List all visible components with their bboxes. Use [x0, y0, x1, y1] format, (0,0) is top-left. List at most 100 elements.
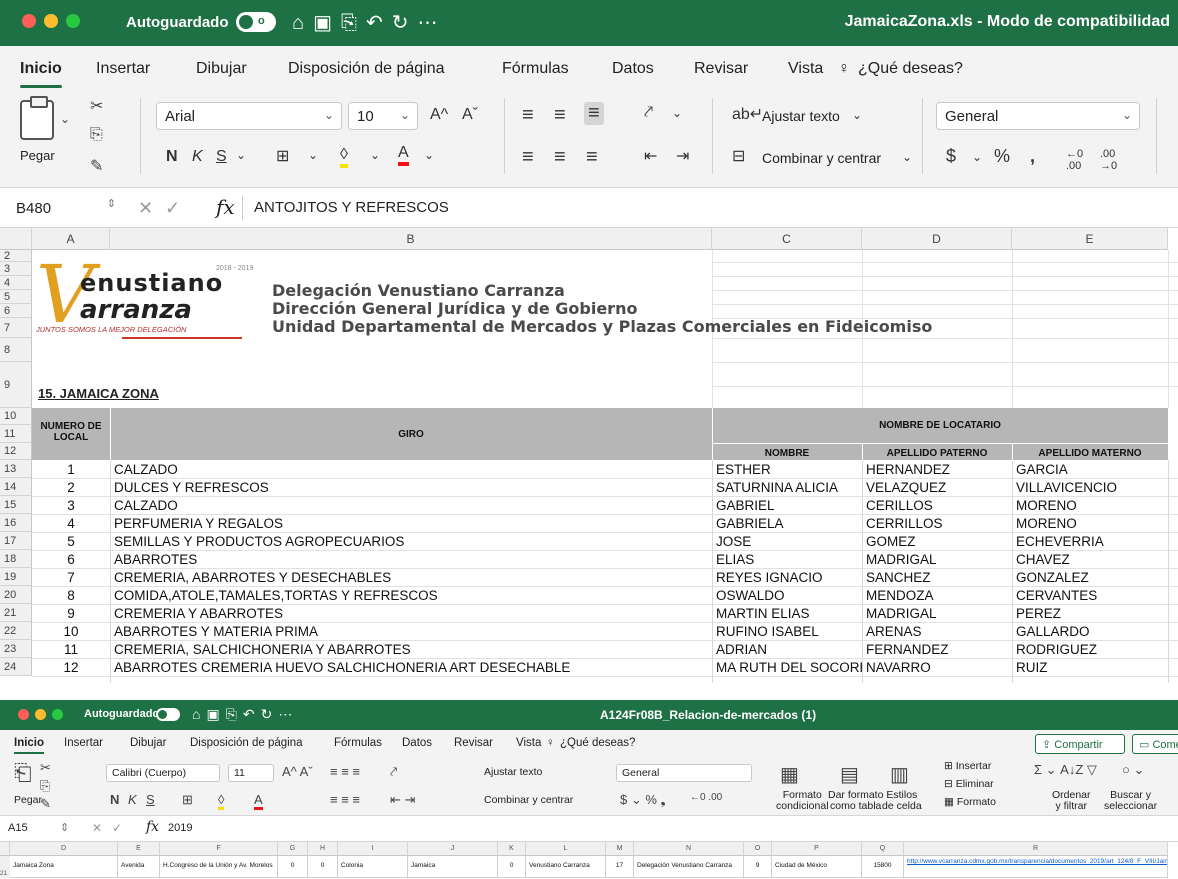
- chevron-down-icon[interactable]: ⌄: [852, 108, 862, 122]
- formula-input[interactable]: ANTOJITOS Y REFRESCOS: [254, 199, 449, 216]
- column-header-q[interactable]: Q: [862, 842, 904, 856]
- currency-icon[interactable]: $ ⌄ % ❟: [620, 792, 666, 808]
- cell-nombre[interactable]: ESTHER: [716, 462, 862, 477]
- merge-center-button[interactable]: Combinar y centrar: [484, 794, 573, 806]
- tab-formulas[interactable]: Fórmulas: [334, 737, 382, 749]
- minimize-window-button[interactable]: [35, 709, 46, 720]
- row-header-18[interactable]: 18: [0, 550, 32, 568]
- cell-apellido-paterno[interactable]: VELAZQUEZ: [866, 480, 1012, 495]
- cell-link[interactable]: http://www.vcarranza.cdmx.gob.mx/transpa…: [904, 856, 1168, 878]
- increase-indent-icon[interactable]: ⇥: [676, 146, 689, 166]
- cell-apellido-paterno[interactable]: MADRIGAL: [866, 606, 1012, 621]
- cell-apellido-paterno[interactable]: GOMEZ: [866, 534, 1012, 549]
- sort-filter-button[interactable]: Ordenar y filtrar: [1052, 790, 1091, 812]
- cell-apellido-materno[interactable]: VILLAVICENCIO: [1016, 480, 1166, 495]
- row-header-2[interactable]: 2: [0, 250, 32, 262]
- row-header-15[interactable]: 15: [0, 496, 32, 514]
- cell-apellido-paterno[interactable]: MENDOZA: [866, 588, 1012, 603]
- redo-icon[interactable]: ↻: [261, 706, 279, 722]
- percent-icon[interactable]: %: [994, 146, 1010, 167]
- comments-button[interactable]: ▭ Come: [1132, 734, 1178, 754]
- cell[interactable]: 17: [606, 856, 634, 878]
- redo-icon[interactable]: ↻: [392, 12, 418, 34]
- cancel-icon[interactable]: ✕: [138, 198, 153, 219]
- row-header-20[interactable]: 20: [0, 586, 32, 604]
- format-painter-icon[interactable]: ✎: [90, 156, 103, 176]
- tab-formulas[interactable]: Fórmulas: [502, 60, 569, 78]
- save-icon[interactable]: ▣: [206, 706, 225, 722]
- home-icon[interactable]: ⌂: [192, 706, 206, 722]
- borders-icon[interactable]: ⊞: [276, 146, 289, 166]
- column-header-p[interactable]: P: [772, 842, 862, 856]
- chevron-down-icon[interactable]: ⌄: [60, 112, 70, 126]
- row-header-8[interactable]: 8: [0, 338, 32, 362]
- align-top-icon[interactable]: ≡ ≡ ≡: [330, 764, 360, 779]
- cell-numero-local[interactable]: 12: [32, 660, 110, 675]
- decrease-indent-icon[interactable]: ⇤: [644, 146, 657, 166]
- cell-apellido-materno[interactable]: RUIZ: [1016, 660, 1166, 675]
- tab-vista[interactable]: Vista: [788, 60, 823, 78]
- save-as-icon[interactable]: ⎘: [341, 12, 366, 34]
- select-all-corner[interactable]: [0, 228, 32, 250]
- column-header-o[interactable]: O: [744, 842, 772, 856]
- cell-apellido-paterno[interactable]: NAVARRO: [866, 660, 1012, 675]
- cell-apellido-paterno[interactable]: MADRIGAL: [866, 552, 1012, 567]
- autosave-toggle[interactable]: [156, 708, 180, 721]
- increase-font-icon[interactable]: A^ Aˇ: [282, 764, 313, 779]
- cell-numero-local[interactable]: 2: [32, 480, 110, 495]
- cell-giro[interactable]: CALZADO: [114, 462, 710, 477]
- cell[interactable]: Delegación Venustiano Carranza: [634, 856, 744, 878]
- cell-apellido-paterno[interactable]: ARENAS: [866, 624, 1012, 639]
- cell-giro[interactable]: CALZADO: [114, 498, 710, 513]
- cell-apellido-paterno[interactable]: CERILLOS: [866, 498, 1012, 513]
- row-header-21[interactable]: 21: [0, 856, 10, 878]
- format-painter-icon[interactable]: ✎: [40, 796, 51, 812]
- maximize-window-button[interactable]: [66, 14, 80, 28]
- tell-me-search[interactable]: ¿Qué deseas?: [560, 737, 635, 749]
- cell-numero-local[interactable]: 11: [32, 642, 110, 657]
- cell-apellido-materno[interactable]: MORENO: [1016, 516, 1166, 531]
- row-header-10[interactable]: 10: [0, 408, 32, 425]
- find-select-button[interactable]: Buscar y seleccionar: [1104, 790, 1157, 812]
- number-format-select[interactable]: General: [616, 764, 752, 782]
- undo-icon[interactable]: ↶: [243, 706, 261, 722]
- cell-giro[interactable]: PERFUMERIA Y REGALOS: [114, 516, 710, 531]
- orientation-icon[interactable]: ⤤: [390, 764, 397, 780]
- cell-styles-button[interactable]: Estilos de celda: [882, 790, 922, 812]
- row-header-12[interactable]: 12: [0, 443, 32, 460]
- tell-me-search[interactable]: ¿Qué deseas?: [858, 60, 963, 78]
- column-header-e[interactable]: E: [1012, 228, 1168, 250]
- cell[interactable]: Colonia: [338, 856, 408, 878]
- cell-nombre[interactable]: ADRIAN: [716, 642, 862, 657]
- column-header-c[interactable]: C: [712, 228, 862, 250]
- cell-apellido-paterno[interactable]: HERNANDEZ: [866, 462, 1012, 477]
- cell-numero-local[interactable]: 9: [32, 606, 110, 621]
- cell-nombre[interactable]: REYES IGNACIO: [716, 570, 862, 585]
- row-header-9[interactable]: 9: [0, 362, 32, 408]
- close-window-button[interactable]: [22, 14, 36, 28]
- confirm-icon[interactable]: ✓: [112, 821, 122, 835]
- row-header-14[interactable]: 14: [0, 478, 32, 496]
- tab-inicio[interactable]: Inicio: [14, 737, 45, 754]
- column-header-e[interactable]: E: [118, 842, 160, 856]
- cell-apellido-materno[interactable]: CERVANTES: [1016, 588, 1166, 603]
- cell-nombre[interactable]: GABRIEL: [716, 498, 862, 513]
- home-icon[interactable]: ⌂: [292, 12, 313, 34]
- paste-icon[interactable]: ⎗: [14, 760, 32, 786]
- font-name-select[interactable]: Arial ⌄: [156, 102, 342, 130]
- italic-button[interactable]: K: [128, 792, 137, 807]
- save-icon[interactable]: ▣: [313, 12, 341, 34]
- cell-apellido-materno[interactable]: GALLARDO: [1016, 624, 1166, 639]
- align-right-icon[interactable]: ≡: [586, 146, 598, 169]
- chevron-down-icon[interactable]: ⌄: [972, 150, 982, 164]
- borders-icon[interactable]: ⊞: [182, 792, 193, 808]
- cancel-icon[interactable]: ✕: [92, 821, 102, 835]
- cell-giro[interactable]: ABARROTES CREMERIA HUEVO SALCHICHONERIA …: [114, 660, 710, 675]
- column-header-n[interactable]: N: [634, 842, 744, 856]
- function-icon[interactable]: fx: [216, 195, 235, 219]
- cut-icon[interactable]: ✂: [90, 96, 103, 116]
- spreadsheet-grid[interactable]: A B C D E 2 3 4 5 6 7 8 9 10 11 12 13 14 15 16 17 18 19 20…: [0, 228, 1178, 683]
- cell-numero-local[interactable]: 7: [32, 570, 110, 585]
- row-header-5[interactable]: 5: [0, 290, 32, 304]
- merge-center-button[interactable]: Combinar y centrar: [762, 150, 881, 166]
